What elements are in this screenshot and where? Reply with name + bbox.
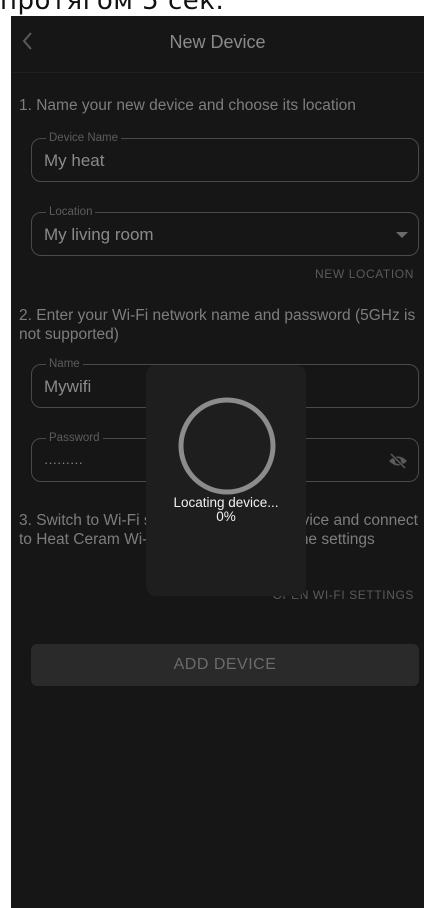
wifi-name-value: Mywifi	[44, 377, 92, 396]
page-title: New Device	[169, 32, 266, 52]
wifi-name-label: Name	[46, 357, 83, 371]
loading-overlay: Locating device... 0%	[146, 365, 306, 596]
app-screen: New Device 1. Name your new device and c…	[11, 16, 424, 908]
device-name-value: My heat	[44, 151, 105, 170]
loading-spinner-icon	[178, 397, 276, 495]
loading-percent: 0%	[216, 509, 236, 524]
step-2-text: 2. Enter your Wi-Fi network name and pas…	[19, 307, 416, 343]
password-value: ·········	[44, 455, 83, 470]
add-device-button[interactable]: ADD DEVICE	[31, 644, 419, 686]
device-name-label: Device Name	[46, 131, 122, 145]
new-location-button[interactable]: NEW LOCATION	[315, 267, 414, 281]
device-name-field[interactable]: Device Name My heat	[31, 131, 419, 182]
dropdown-arrow-icon	[396, 232, 408, 238]
eye-off-icon[interactable]	[388, 451, 408, 471]
password-label: Password	[46, 431, 103, 445]
step-1-text: 1. Name your new device and choose its l…	[19, 97, 356, 114]
top-caption: протягом 5 сек.	[0, 0, 225, 16]
app-header: New Device	[11, 16, 424, 73]
location-select[interactable]: Location My living room	[31, 205, 419, 256]
location-value: My living room	[44, 225, 154, 244]
loading-text: Locating device...	[173, 495, 279, 510]
location-label: Location	[46, 205, 96, 219]
